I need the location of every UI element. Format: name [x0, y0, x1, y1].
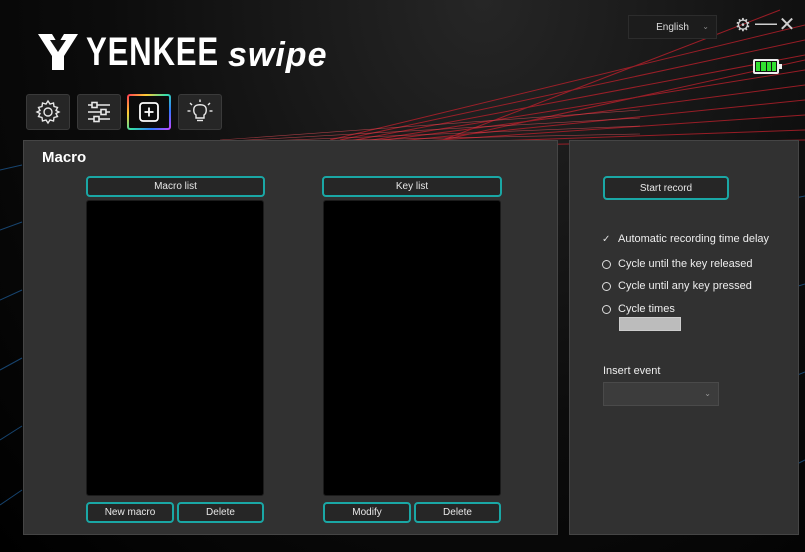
radio-icon — [602, 304, 611, 314]
cycle-any-radio[interactable]: Cycle until any key pressed — [602, 280, 752, 292]
chevron-down-icon: ⌄ — [704, 389, 711, 398]
nav-settings-button[interactable] — [26, 94, 70, 130]
panel-title: Macro — [42, 149, 87, 166]
language-value: English — [656, 21, 689, 33]
settings-gear-icon[interactable]: ⚙ — [733, 14, 753, 36]
new-macro-button[interactable]: New macro — [86, 502, 174, 523]
macro-list[interactable] — [86, 200, 264, 496]
chevron-down-icon: ⌄ — [702, 22, 709, 31]
radio-icon — [602, 259, 611, 269]
key-list[interactable] — [323, 200, 501, 496]
delete-key-button[interactable]: Delete — [414, 502, 501, 523]
delete-macro-button[interactable]: Delete — [177, 502, 264, 523]
cycle-times-radio[interactable]: Cycle times — [602, 303, 675, 315]
start-record-button[interactable]: Start record — [603, 176, 729, 200]
lightbulb-icon — [187, 99, 213, 122]
product-name: swipe — [228, 36, 328, 74]
insert-event-label: Insert event — [603, 365, 661, 377]
radio-icon — [602, 281, 611, 291]
checkmark-icon: ✓ — [602, 233, 611, 245]
sliders-icon — [88, 101, 110, 123]
yenkee-logo-icon — [38, 34, 78, 70]
cycle-times-input[interactable] — [619, 317, 681, 331]
gear-icon — [35, 99, 61, 125]
close-icon[interactable]: ✕ — [777, 14, 797, 36]
nav-macro-button[interactable] — [127, 94, 171, 130]
cycle-times-label: Cycle times — [618, 303, 675, 315]
auto-delay-label: Automatic recording time delay — [618, 233, 770, 245]
nav-lighting-button[interactable] — [178, 94, 222, 130]
minimize-icon[interactable]: — — [755, 12, 777, 36]
plus-square-icon — [139, 102, 159, 122]
cycle-any-label: Cycle until any key pressed — [618, 280, 752, 292]
cycle-release-label: Cycle until the key released — [618, 258, 753, 270]
nav-adjust-button[interactable] — [77, 94, 121, 130]
app-window: YENKEE swipe English ⌄ ⚙ — ✕ Macro Macro… — [0, 0, 805, 552]
brand-name: YENKEE — [86, 29, 219, 74]
battery-icon — [753, 59, 782, 74]
modify-button[interactable]: Modify — [323, 502, 411, 523]
key-list-header: Key list — [322, 176, 502, 197]
auto-delay-checkbox[interactable]: ✓ Automatic recording time delay — [602, 233, 769, 245]
cycle-release-radio[interactable]: Cycle until the key released — [602, 258, 753, 270]
insert-event-select[interactable]: ⌄ — [603, 382, 719, 406]
language-select[interactable]: English ⌄ — [628, 15, 717, 39]
brand-logo: YENKEE — [36, 30, 257, 74]
macro-list-header: Macro list — [86, 176, 265, 197]
